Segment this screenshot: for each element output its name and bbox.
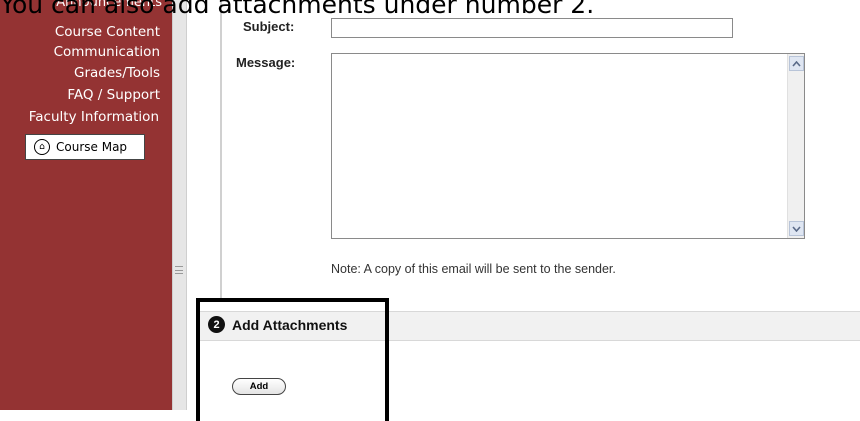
- splitter-grip-icon[interactable]: [175, 266, 183, 274]
- sidebar-item-communication[interactable]: Communication: [54, 44, 160, 60]
- content-divider: [220, 0, 222, 300]
- highlight-box: [196, 298, 389, 421]
- sidebar-item-course-content[interactable]: Course Content: [55, 24, 160, 40]
- chevron-up-icon: [792, 60, 801, 67]
- course-map-label: Course Map: [56, 140, 128, 154]
- message-label: Message:: [236, 55, 296, 70]
- tutorial-caption: You can also add attachments under numbe…: [0, 0, 595, 19]
- message-textarea[interactable]: [331, 53, 805, 239]
- scroll-up-button[interactable]: [789, 56, 804, 71]
- sidebar-item-faq-support[interactable]: FAQ / Support: [67, 87, 160, 103]
- course-map-button[interactable]: ⌂ Course Map: [25, 134, 145, 160]
- chevron-down-icon: [792, 225, 801, 232]
- course-sidebar: Announcements Course Content Communicati…: [0, 0, 172, 410]
- pane-splitter[interactable]: [172, 0, 187, 410]
- sidebar-item-faculty-information[interactable]: Faculty Information: [29, 109, 159, 125]
- copy-note: Note: A copy of this email will be sent …: [331, 262, 616, 276]
- scroll-down-button[interactable]: [789, 221, 804, 236]
- map-icon: ⌂: [34, 139, 50, 155]
- sidebar-item-grades-tools[interactable]: Grades/Tools: [74, 65, 160, 81]
- message-scrollbar[interactable]: [787, 54, 804, 238]
